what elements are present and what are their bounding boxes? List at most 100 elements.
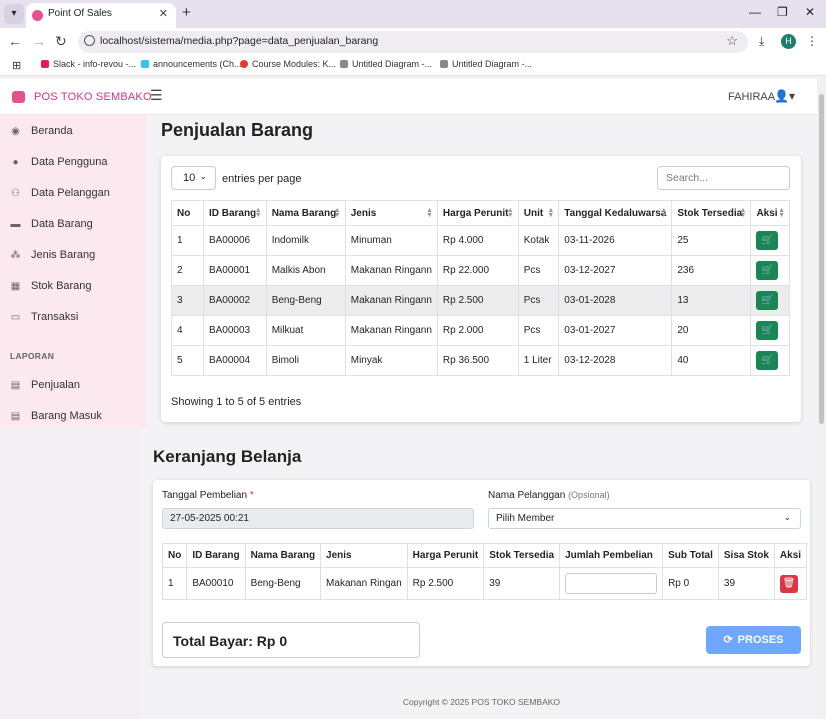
- table-cell: Minuman: [344, 225, 438, 256]
- column-header[interactable]: Stok Tersedia ▲ ▼: [671, 200, 752, 226]
- user-icon: ●: [12, 157, 19, 168]
- table-cell: Kotak: [517, 225, 560, 256]
- column-header[interactable]: Aksi ▲ ▼: [750, 200, 790, 226]
- table-cell: BA00002: [202, 285, 267, 316]
- column-header[interactable]: ID Barang ▲ ▼: [202, 200, 267, 226]
- add-to-cart-icon[interactable]: 🛒: [756, 351, 779, 370]
- sidebar-item-stok-barang[interactable]: ▦ Stok Barang: [10, 280, 92, 292]
- table-row: 2 BA00001 Malkis Abon Makanan Ringann Rp 22.…: [171, 255, 790, 286]
- user-name[interactable]: FAHIRAA: [728, 91, 775, 103]
- sidebar-item-jenis-barang[interactable]: ⁂ Jenis Barang: [10, 249, 96, 261]
- sidebar-item-penjualan[interactable]: ▤ Penjualan: [10, 379, 80, 391]
- cart-column-header: No: [161, 543, 188, 568]
- table-cell: Rp 36.500: [436, 345, 519, 376]
- maximize-icon[interactable]: ❐: [777, 5, 788, 19]
- sort-icon[interactable]: ▲ ▼: [507, 207, 514, 219]
- address-bar[interactable]: localhost/sistema/media.php?page=data_pe…: [78, 31, 748, 53]
- purchase-date-field[interactable]: 27-05-2025 00:21: [162, 508, 474, 529]
- sync-icon: ⟳: [723, 634, 733, 646]
- column-header[interactable]: Harga Perunit ▲ ▼: [436, 200, 519, 226]
- hamburger-icon[interactable]: ☰: [150, 87, 163, 104]
- table-cell: 1 Liter: [517, 345, 560, 376]
- boxes-icon: ▦: [10, 281, 21, 292]
- cubes-icon: ⁂: [10, 250, 21, 261]
- column-header[interactable]: No: [171, 200, 204, 226]
- sort-icon[interactable]: ▲ ▼: [334, 207, 341, 219]
- sidebar-item-transaksi[interactable]: ▭ Transaksi: [10, 311, 79, 323]
- close-window-icon[interactable]: ✕: [805, 5, 815, 19]
- table-cell: Makanan Ringann: [344, 285, 438, 316]
- reload-icon[interactable]: ↻: [55, 33, 67, 50]
- sidebar-item-data-pengguna[interactable]: ● Data Pengguna: [10, 156, 107, 168]
- close-tab-icon[interactable]: ✕: [159, 7, 168, 20]
- sidebar-item-beranda[interactable]: ◉ Beranda: [10, 125, 72, 137]
- bookmark-course-modules[interactable]: Course Modules: K...: [240, 59, 336, 69]
- add-to-cart-icon[interactable]: 🛒: [756, 291, 779, 310]
- column-header[interactable]: Tanggal Kedaluwarsa ▲ ▼: [558, 200, 673, 226]
- browser-tab[interactable]: Point Of Sales ✕: [26, 3, 176, 28]
- cart-column-header: Jumlah Pembelian: [559, 543, 664, 568]
- bookmark-diagram-2[interactable]: Untitled Diagram -...: [440, 59, 532, 69]
- cart-column-header: Aksi: [773, 543, 808, 568]
- cart-table: No ID Barang Nama Barang Jenis Harga Perunit…: [161, 543, 808, 600]
- bookmark-star-icon[interactable]: ☆: [726, 33, 738, 49]
- table-cell: 03-01-2027: [558, 315, 673, 346]
- cart-column-header: Nama Barang: [244, 543, 322, 568]
- sort-icon[interactable]: ▲ ▼: [547, 207, 554, 219]
- sort-icon[interactable]: ▲ ▼: [778, 207, 785, 219]
- sidebar-item-data-pelanggan[interactable]: ⚇ Data Pelanggan: [10, 187, 110, 199]
- tab-title: Point Of Sales: [48, 8, 112, 19]
- trash-icon[interactable]: 🗑: [779, 574, 798, 593]
- table-cell: BA00004: [202, 345, 267, 376]
- add-to-cart-icon[interactable]: 🛒: [756, 261, 779, 280]
- sort-icon[interactable]: ▲ ▼: [660, 207, 667, 219]
- profile-avatar[interactable]: H: [781, 34, 796, 49]
- table-cell: Pcs: [517, 315, 560, 346]
- apps-grid-icon[interactable]: ⊞: [12, 59, 21, 72]
- tab-list-chevron-icon[interactable]: ▾: [4, 4, 24, 24]
- cart-cell: Beng-Beng: [244, 567, 322, 600]
- url-text: localhost/sistema/media.php?page=data_pe…: [100, 35, 379, 47]
- brand-name[interactable]: POS TOKO SEMBAKO: [34, 91, 152, 103]
- action-cell: 🛒: [750, 225, 790, 256]
- cart-column-header: Sisa Stok: [717, 543, 775, 568]
- column-header[interactable]: Nama Barang ▲ ▼: [265, 200, 346, 226]
- minimize-icon[interactable]: —: [749, 5, 761, 19]
- forward-icon[interactable]: →: [32, 33, 46, 49]
- column-header[interactable]: Jenis ▲ ▼: [344, 200, 438, 226]
- sort-icon[interactable]: ▲ ▼: [255, 207, 262, 219]
- table-cell: Bimoli: [265, 345, 346, 376]
- menu-dots-icon[interactable]: ⋮: [806, 34, 818, 48]
- table-cell: Milkuat: [265, 315, 346, 346]
- entries-per-page-select[interactable]: 10 ⌄: [171, 166, 216, 190]
- add-to-cart-icon[interactable]: 🛒: [756, 321, 779, 340]
- add-to-cart-icon[interactable]: 🛒: [756, 231, 779, 250]
- quantity-input[interactable]: [565, 573, 658, 594]
- sidebar-item-data-barang[interactable]: ▬ Data Barang: [10, 218, 93, 230]
- footer: Copyright © 2025 POS TOKO SEMBAKO: [402, 697, 561, 707]
- sidebar-item-barang-masuk[interactable]: ▤ Barang Masuk: [10, 410, 102, 422]
- search-input[interactable]: [657, 166, 790, 190]
- column-header[interactable]: Unit ▲ ▼: [517, 200, 560, 226]
- bookmarks-bar: ⊞ Slack - info-revou -... announcements …: [0, 56, 826, 76]
- cart-column-header: Jenis: [320, 543, 408, 568]
- app-header: POS TOKO SEMBAKO ☰ FAHIRAA 👤▾: [0, 79, 826, 115]
- sort-icon[interactable]: ▲ ▼: [740, 207, 747, 219]
- bookmark-announcements[interactable]: announcements (Ch...: [141, 59, 242, 69]
- download-icon[interactable]: ⤓: [759, 34, 764, 49]
- sort-icon[interactable]: ▲ ▼: [426, 207, 433, 219]
- bookmark-diagram-1[interactable]: Untitled Diagram -...: [340, 59, 432, 69]
- scrollbar-thumb[interactable]: [819, 94, 824, 424]
- table-cell: Rp 2.500: [436, 285, 519, 316]
- user-dropdown-icon[interactable]: 👤▾: [774, 89, 795, 103]
- back-icon[interactable]: ←: [8, 33, 22, 49]
- bookmark-slack[interactable]: Slack - info-revou -...: [41, 59, 136, 69]
- site-info-icon[interactable]: [84, 35, 95, 46]
- total-payment: Total Bayar: Rp 0: [162, 622, 420, 658]
- new-tab-icon[interactable]: +: [182, 4, 191, 21]
- customer-select[interactable]: Pilih Member ⌄: [488, 508, 801, 529]
- page-scrollbar[interactable]: [817, 79, 826, 719]
- process-button[interactable]: ⟳ PROSES: [706, 626, 801, 654]
- table-row: 1 BA00006 Indomilk Minuman Rp 4.000 Kotak 03-1…: [171, 225, 790, 256]
- action-cell: 🛒: [750, 315, 790, 346]
